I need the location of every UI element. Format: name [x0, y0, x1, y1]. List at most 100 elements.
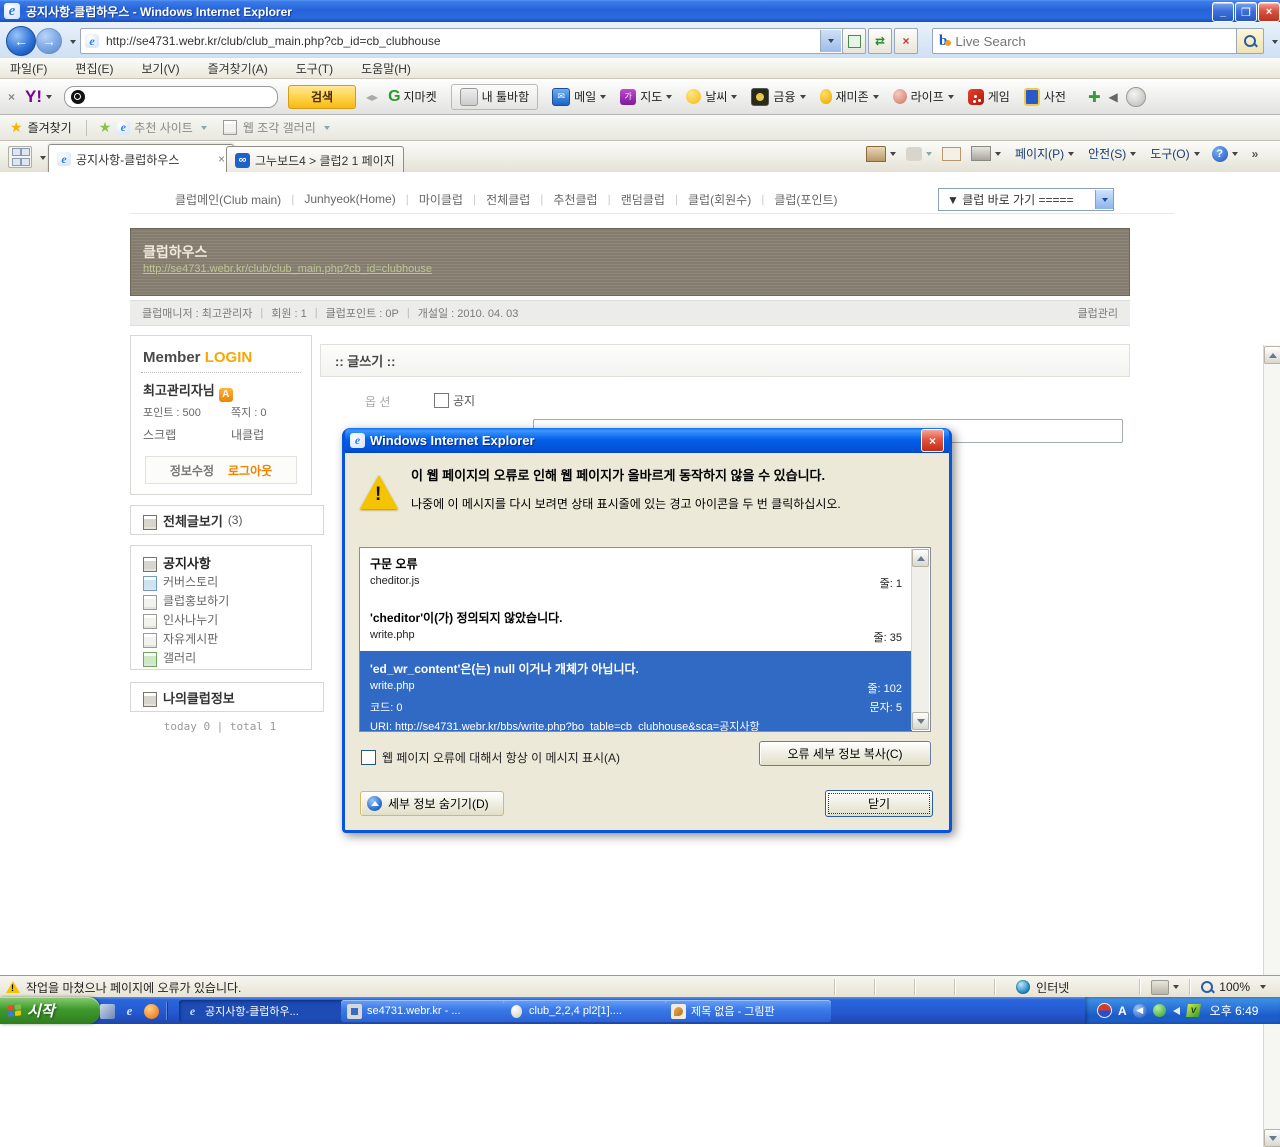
v3-antivirus-icon[interactable]: V: [1186, 1004, 1201, 1017]
nav-by-points[interactable]: 클럽(포인트): [774, 191, 837, 208]
quicklaunch-ie-icon[interactable]: e: [122, 1004, 137, 1019]
board-item-freeboard[interactable]: 자유게시판: [143, 630, 218, 647]
tab-close-icon[interactable]: ×: [218, 152, 225, 166]
error-entry-2[interactable]: 'cheditor'이(가) 정의되지 않았습니다. write.php줄: 3…: [360, 597, 912, 651]
collapse-toolbar-icon[interactable]: ◀: [1109, 90, 1118, 104]
error-entry-3-selected[interactable]: 'ed_wr_content'은(는) null 이거나 개체가 아닙니다. w…: [360, 651, 912, 732]
yahoo-item-weather[interactable]: 날씨: [686, 88, 737, 105]
ime-korean-icon[interactable]: [1097, 1003, 1112, 1018]
window-titlebar[interactable]: e 공지사항-클럽하우스 - Windows Internet Explorer…: [0, 0, 1280, 22]
dialog-titlebar[interactable]: e Windows Internet Explorer ×: [345, 428, 949, 453]
task-button-clubhouse[interactable]: e 공지사항-클럽하우...: [179, 1000, 345, 1022]
quick-tabs-icon[interactable]: [8, 146, 32, 168]
read-mail-icon[interactable]: [942, 147, 961, 161]
yahoo-search-button[interactable]: 검색: [288, 85, 356, 109]
page-scrollbar[interactable]: [1263, 345, 1280, 1147]
menu-file[interactable]: 파일(F): [10, 60, 47, 77]
print-icon[interactable]: [971, 146, 991, 161]
chevron-more-icon[interactable]: »: [1252, 147, 1259, 161]
stop-button[interactable]: ×: [894, 28, 918, 54]
club-admin-link[interactable]: 클럽관리: [1078, 305, 1118, 321]
club-banner-url[interactable]: http://se4731.webr.kr/club/club_main.php…: [143, 263, 432, 275]
url-input[interactable]: [104, 33, 820, 49]
club-quick-go-select[interactable]: ▼ 클럽 바로 가기 =====: [938, 188, 1114, 211]
menu-favorites[interactable]: 즐겨찾기(A): [208, 60, 268, 77]
live-search-input[interactable]: [953, 33, 1235, 50]
board-item-notice[interactable]: 공지사항: [143, 553, 211, 572]
help-icon[interactable]: ?: [1212, 146, 1228, 162]
hide-details-button[interactable]: 세부 정보 숨기기(D): [360, 791, 504, 816]
nav-club-main[interactable]: 클럽메인(Club main): [175, 191, 281, 208]
restore-button[interactable]: ❐: [1235, 2, 1257, 22]
sidebar-username[interactable]: 최고관리자님: [143, 383, 215, 398]
yahoo-logo-icon[interactable]: Y!: [25, 87, 42, 107]
yahoo-item-mail[interactable]: ✉ 메일: [552, 88, 606, 106]
list-scroll-up[interactable]: [912, 549, 929, 567]
add-toolbar-icon[interactable]: ✚: [1088, 88, 1101, 106]
yahoo-item-map[interactable]: 가 지도: [620, 88, 672, 105]
yahoo-item-dictionary[interactable]: 사전: [1024, 88, 1066, 106]
nav-my-club[interactable]: 마이클럽: [419, 191, 463, 208]
live-search-field[interactable]: b: [932, 28, 1242, 54]
hide-tray-icons-icon[interactable]: ◀: [1133, 1004, 1147, 1018]
yahoo-search-input[interactable]: [89, 88, 271, 105]
sidebar-myclub-link[interactable]: 내클럽: [231, 426, 264, 443]
nav-recommended[interactable]: 추천클럽: [553, 191, 597, 208]
nav-all-clubs[interactable]: 전체클럽: [486, 191, 530, 208]
menu-help[interactable]: 도움말(H): [361, 60, 411, 77]
status-warning-icon[interactable]: !: [6, 981, 20, 993]
page-menu-button[interactable]: 페이지(P): [1015, 145, 1074, 162]
nav-home[interactable]: Junhyeok(Home): [304, 192, 395, 206]
yahoo-item-gmarket[interactable]: G 지마켓: [388, 88, 437, 106]
web-slices-button[interactable]: 웹 조각 갤러리: [243, 119, 316, 136]
close-button[interactable]: ×: [1258, 2, 1280, 22]
quicklaunch-app-icon[interactable]: [144, 1004, 159, 1019]
task-button-paint[interactable]: 제목 없음 - 그림판: [665, 1000, 831, 1022]
toolbar-close-icon[interactable]: ×: [8, 90, 15, 104]
search-go-button[interactable]: [1236, 28, 1264, 54]
protected-mode-icon[interactable]: [1151, 980, 1169, 995]
task-button-se4731[interactable]: se4731.webr.kr - ...: [341, 1000, 507, 1022]
tab-list-dropdown-icon[interactable]: [40, 156, 46, 160]
yahoo-dropdown-icon[interactable]: [46, 95, 52, 99]
start-button[interactable]: 시작: [0, 997, 100, 1024]
show-desktop-icon[interactable]: [100, 1004, 115, 1019]
home-icon[interactable]: [866, 146, 886, 162]
task-button-club-archive[interactable]: club_2,2,4 pl2[1]....: [503, 1000, 669, 1022]
yahoo-item-funzone[interactable]: 재미존: [820, 88, 879, 105]
zoom-level[interactable]: 100%: [1219, 980, 1250, 994]
menu-edit[interactable]: 편집(E): [75, 60, 113, 77]
favorites-button[interactable]: 즐겨찾기: [28, 119, 72, 136]
address-dropdown-button[interactable]: [820, 30, 841, 52]
history-dropdown-icon[interactable]: [70, 40, 76, 44]
tab-gnuboard[interactable]: ∞ 그누보드4 > 클럽2 1 페이지: [226, 146, 404, 173]
address-field[interactable]: e: [80, 28, 846, 54]
yahoo-item-life[interactable]: 라이프: [893, 88, 954, 105]
my-club-info-box[interactable]: 나의클럽정보: [130, 682, 324, 712]
notice-checkbox[interactable]: [434, 393, 449, 408]
tab-clubhouse[interactable]: e 공지사항-클럽하우스 ×: [48, 144, 234, 173]
edit-info-button[interactable]: 정보수정: [170, 462, 214, 479]
dialog-close-action-button[interactable]: 닫기: [825, 790, 933, 817]
yahoo-search-box[interactable]: [64, 86, 278, 108]
board-item-promote[interactable]: 클럽홍보하기: [143, 592, 229, 609]
nav-by-members[interactable]: 클럽(회원수): [688, 191, 751, 208]
scroll-down-button[interactable]: [1264, 1129, 1280, 1147]
minimize-button[interactable]: _: [1212, 2, 1234, 22]
nav-random[interactable]: 랜덤클럽: [621, 191, 665, 208]
safety-menu-button[interactable]: 안전(S): [1088, 145, 1136, 162]
volume-icon[interactable]: [1173, 1007, 1180, 1015]
list-scroll-down[interactable]: [912, 712, 929, 730]
suggested-sites-button[interactable]: 추천 사이트: [134, 119, 193, 136]
refresh-button[interactable]: ⇄: [868, 28, 892, 54]
error-entry-1[interactable]: 구문 오류 cheditor.js줄: 1: [360, 548, 912, 597]
gear-icon[interactable]: [1126, 87, 1146, 107]
forward-button[interactable]: →: [36, 28, 62, 54]
back-button[interactable]: ←: [6, 26, 36, 56]
clock[interactable]: 오후 6:49: [1210, 1002, 1259, 1019]
yahoo-item-mytoolbar[interactable]: 내 툴바함: [451, 84, 539, 110]
ime-a-icon[interactable]: A: [1118, 1004, 1127, 1018]
tools-menu-button[interactable]: 도구(O): [1150, 145, 1199, 162]
menu-view[interactable]: 보기(V): [141, 60, 179, 77]
board-item-coverstory[interactable]: 커버스토리: [143, 573, 218, 590]
